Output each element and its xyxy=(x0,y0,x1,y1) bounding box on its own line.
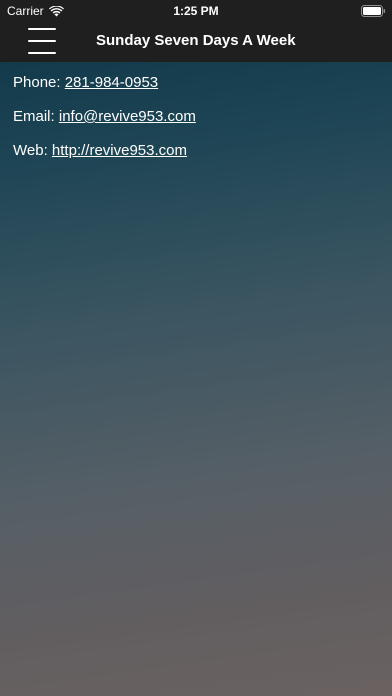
email-label: Email: xyxy=(13,108,55,125)
phone-label: Phone: xyxy=(13,74,61,91)
menu-line-bottom xyxy=(28,52,56,54)
hamburger-menu-icon[interactable] xyxy=(28,28,56,54)
email-row: Email: info@revive953.com xyxy=(13,108,379,126)
contact-info: Phone: 281-984-0953 Email: info@revive95… xyxy=(13,74,379,176)
email-link[interactable]: info@revive953.com xyxy=(59,108,196,125)
web-row: Web: http://revive953.com xyxy=(13,142,379,160)
phone-row: Phone: 281-984-0953 xyxy=(13,74,379,92)
phone-link[interactable]: 281-984-0953 xyxy=(65,74,158,91)
menu-line-top xyxy=(28,28,56,30)
navigation-bar: Sunday Seven Days A Week xyxy=(0,22,392,62)
web-label: Web: xyxy=(13,142,48,159)
status-time: 1:25 PM xyxy=(173,4,219,18)
page-title: Sunday Seven Days A Week xyxy=(96,32,296,49)
battery-icon xyxy=(361,5,386,17)
menu-line-middle xyxy=(28,40,56,42)
web-link[interactable]: http://revive953.com xyxy=(52,142,187,159)
status-bar: Carrier 1:25 PM xyxy=(0,0,392,22)
